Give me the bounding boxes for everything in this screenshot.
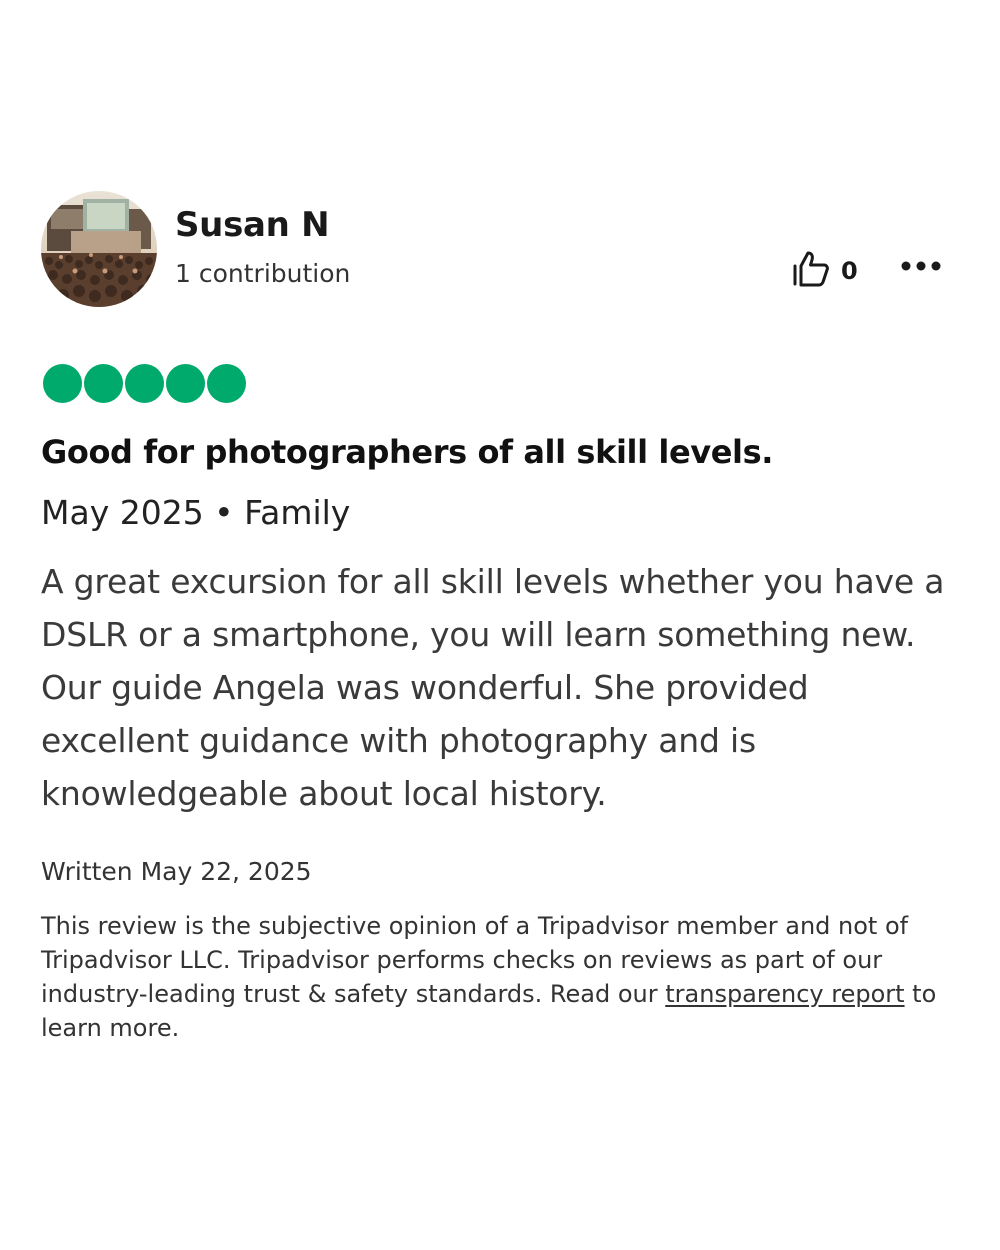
more-options-button[interactable] [899, 251, 943, 281]
rating-bubble-filled [125, 364, 164, 403]
concert-crowd-avatar-icon [41, 191, 157, 307]
avatar[interactable] [41, 191, 157, 307]
review-disclaimer: This review is the subjective opinion of… [41, 909, 951, 1045]
reviewer-contributions: 1 contribution [175, 259, 351, 288]
thumbs-up-icon [791, 249, 831, 293]
rating-bubble-filled [43, 364, 82, 403]
rating-bubble-filled [166, 364, 205, 403]
review-header: Susan N 1 contribution 0 [41, 191, 961, 309]
helpful-vote-button[interactable]: 0 [791, 249, 858, 293]
rating-bubble-filled [207, 364, 246, 403]
transparency-report-link[interactable]: transparency report [665, 980, 904, 1008]
written-date: Written May 22, 2025 [41, 857, 312, 886]
rating-bubble-filled [84, 364, 123, 403]
review-title: Good for photographers of all skill leve… [41, 433, 774, 471]
review-card: Susan N 1 contribution 0 Good for photog… [41, 191, 961, 1042]
more-options-icon [901, 261, 941, 271]
visit-info: May 2025 • Family [41, 493, 351, 532]
rating-bubbles [43, 364, 246, 403]
helpful-count: 0 [841, 257, 858, 285]
reviewer-name[interactable]: Susan N [175, 205, 330, 245]
review-text: A great excursion for all skill levels w… [41, 562, 945, 813]
